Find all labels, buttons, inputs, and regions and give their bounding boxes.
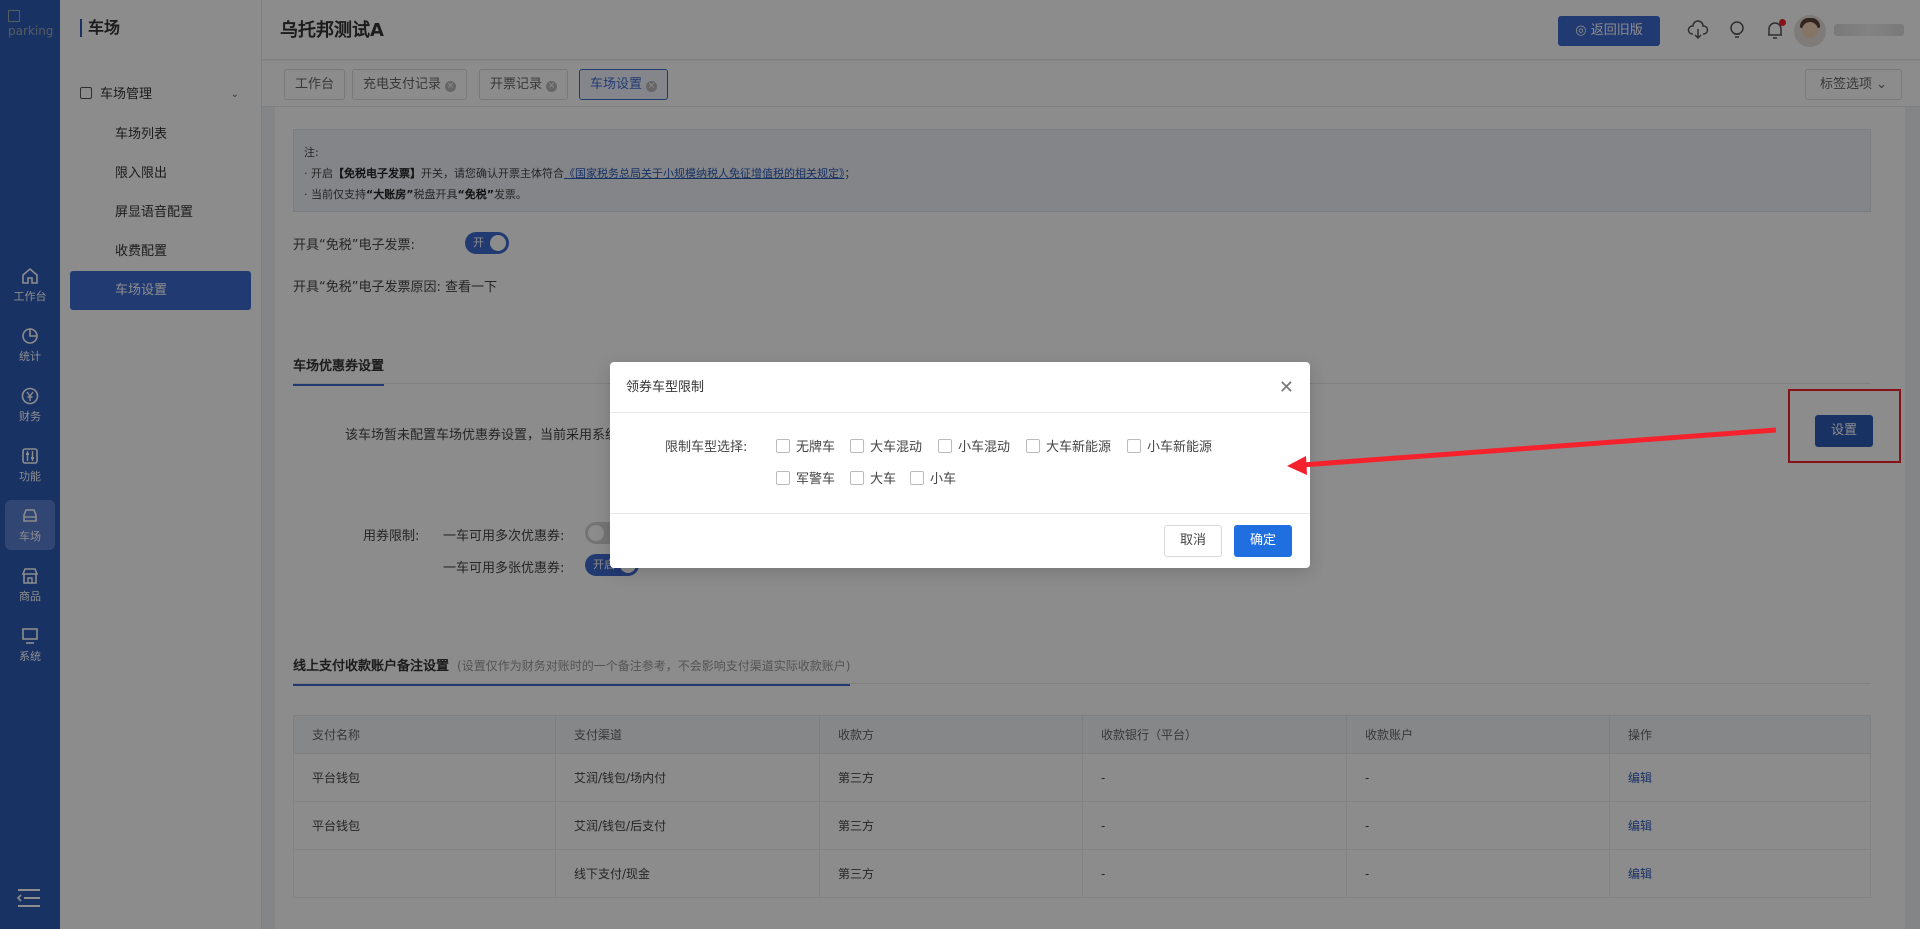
checkbox-box[interactable] (938, 439, 952, 453)
checkbox-box[interactable] (850, 439, 864, 453)
cancel-button[interactable]: 取消 (1164, 525, 1222, 557)
dialog-footer: 取消 确定 (610, 514, 1310, 568)
vehicle-type-label: 限制车型选择: (665, 440, 748, 455)
dialog-body: 限制车型选择: 无牌车 大车混动 小车混动 大车新能源 小车新能源 军警车 大车… (610, 413, 1310, 514)
checkbox-large-new-energy[interactable]: 大车新能源 (1026, 436, 1111, 455)
dialog-header: 领券车型限制 ✕ (610, 362, 1310, 413)
checkbox-small-vehicle[interactable]: 小车 (910, 468, 956, 487)
checkbox-box[interactable] (776, 439, 790, 453)
confirm-button[interactable]: 确定 (1234, 525, 1292, 557)
checkbox-military-police[interactable]: 军警车 (776, 468, 835, 487)
checkbox-box[interactable] (850, 471, 864, 485)
vehicle-type-limit-dialog: 领券车型限制 ✕ 限制车型选择: 无牌车 大车混动 小车混动 大车新能源 小车新… (610, 362, 1310, 568)
checkbox-unlicensed[interactable]: 无牌车 (776, 436, 835, 455)
checkbox-box[interactable] (776, 471, 790, 485)
dialog-title: 领券车型限制 (626, 380, 705, 395)
close-icon[interactable]: ✕ (1279, 362, 1294, 413)
checkbox-large-vehicle[interactable]: 大车 (850, 468, 896, 487)
checkbox-small-new-energy[interactable]: 小车新能源 (1127, 436, 1212, 455)
checkbox-box[interactable] (1026, 439, 1040, 453)
checkbox-box[interactable] (1127, 439, 1141, 453)
checkbox-box[interactable] (910, 471, 924, 485)
checkbox-large-hybrid[interactable]: 大车混动 (850, 436, 922, 455)
checkbox-small-hybrid[interactable]: 小车混动 (938, 436, 1010, 455)
